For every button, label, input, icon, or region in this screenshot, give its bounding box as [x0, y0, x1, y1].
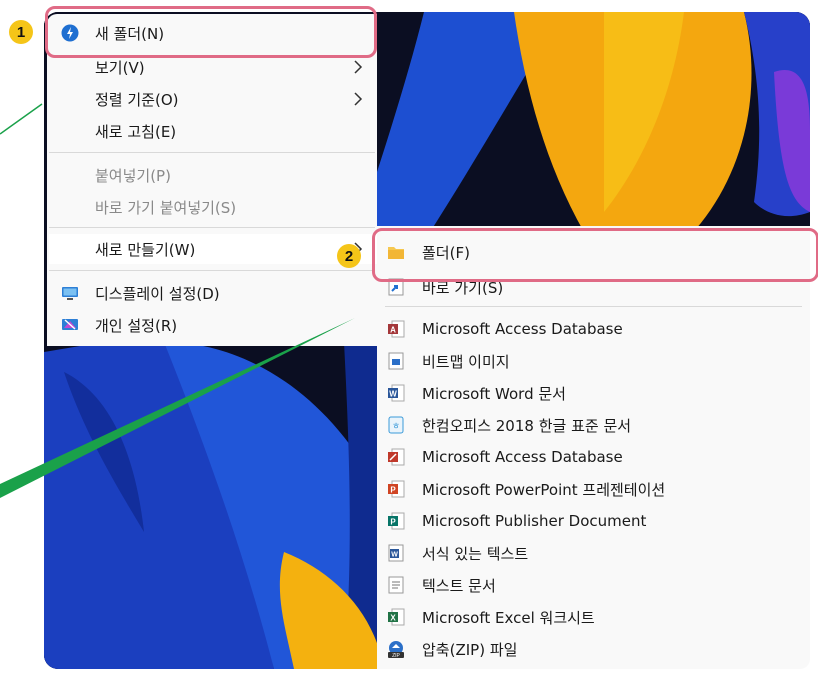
step-badge-1: 1	[9, 20, 33, 44]
callout-new-folder	[45, 6, 377, 58]
step-badge-2: 2	[337, 244, 361, 268]
annotation-line	[0, 103, 43, 135]
annotation-arrows	[0, 103, 355, 498]
annotation-arrow-shaft	[0, 318, 355, 498]
callout-folder	[372, 228, 818, 282]
